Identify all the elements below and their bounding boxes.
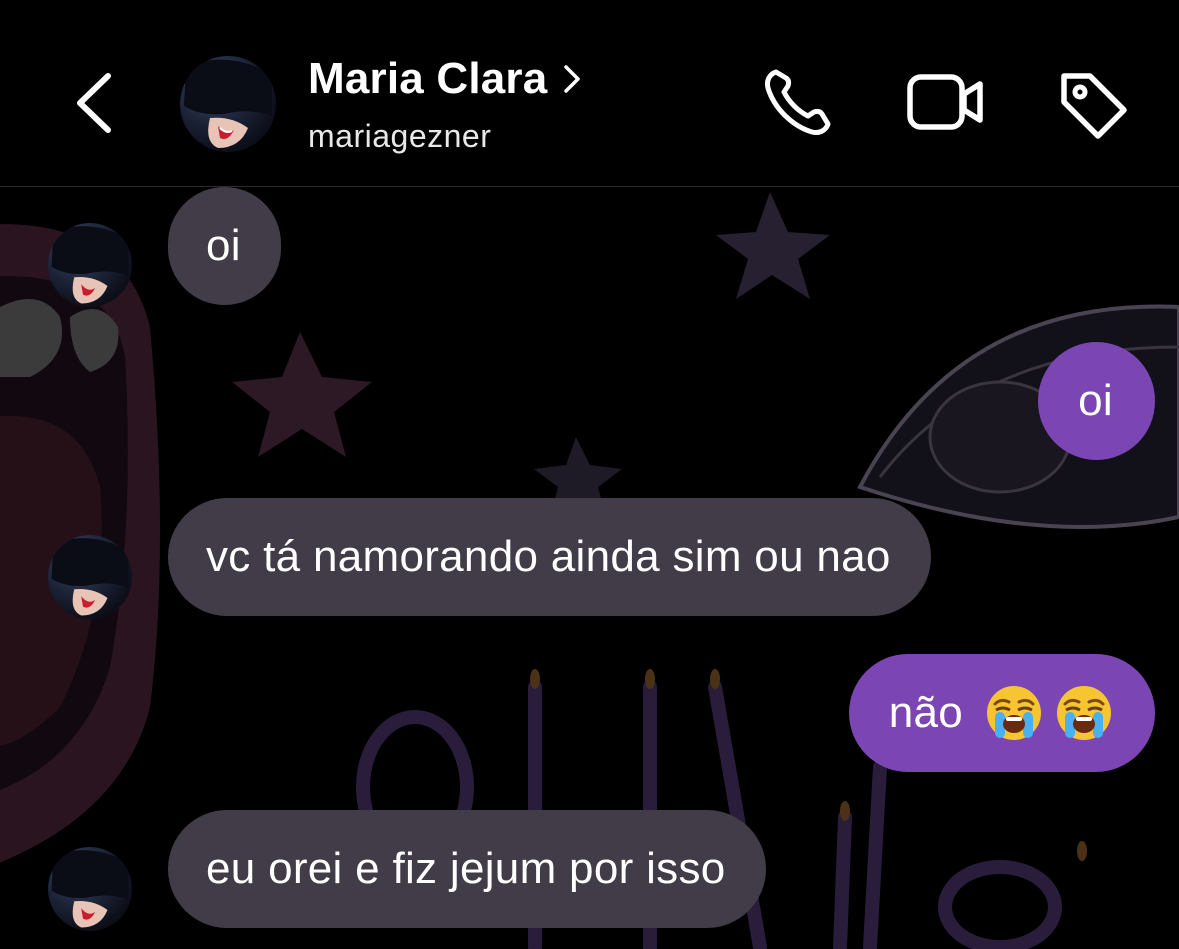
contact-username: mariagezner (308, 118, 492, 154)
message-text: vc tá namorando ainda sim ou nao (206, 532, 891, 581)
avatar-photo (51, 226, 129, 304)
chat-header: Maria Clara mariagezner (0, 0, 1179, 187)
contact-title-button[interactable]: Maria Clara (308, 54, 581, 104)
message-text: não (888, 688, 963, 737)
chat-thread[interactable]: oi oi vc tá namorando ainda sim ou nao n… (0, 187, 1179, 949)
back-chevron-icon[interactable] (70, 68, 120, 138)
sender-avatar[interactable] (48, 847, 132, 931)
message-text: eu orei e fiz jejum por isso (206, 844, 726, 893)
contact-avatar[interactable] (180, 56, 276, 152)
message-text: oi (206, 221, 241, 270)
loudly-crying-face-icon (987, 686, 1041, 740)
outgoing-message-bubble[interactable]: oi (1038, 342, 1155, 460)
message-text: oi (1078, 376, 1113, 425)
sender-avatar[interactable] (48, 223, 132, 307)
avatar-photo (184, 59, 272, 148)
loudly-crying-face-icon (1057, 686, 1111, 740)
sender-avatar[interactable] (48, 535, 132, 619)
video-camera-icon[interactable] (906, 70, 986, 134)
outgoing-message-bubble[interactable]: não (848, 654, 1155, 772)
avatar-photo (51, 538, 129, 616)
phone-icon[interactable] (762, 66, 834, 138)
incoming-message-bubble[interactable]: vc tá namorando ainda sim ou nao (168, 498, 931, 616)
avatar-photo (51, 850, 129, 928)
tag-icon[interactable] (1056, 68, 1130, 140)
contact-name: Maria Clara (308, 54, 548, 103)
incoming-message-bubble[interactable]: oi (168, 187, 281, 305)
chevron-right-icon (564, 65, 581, 93)
incoming-message-bubble[interactable]: eu orei e fiz jejum por isso (168, 810, 766, 928)
